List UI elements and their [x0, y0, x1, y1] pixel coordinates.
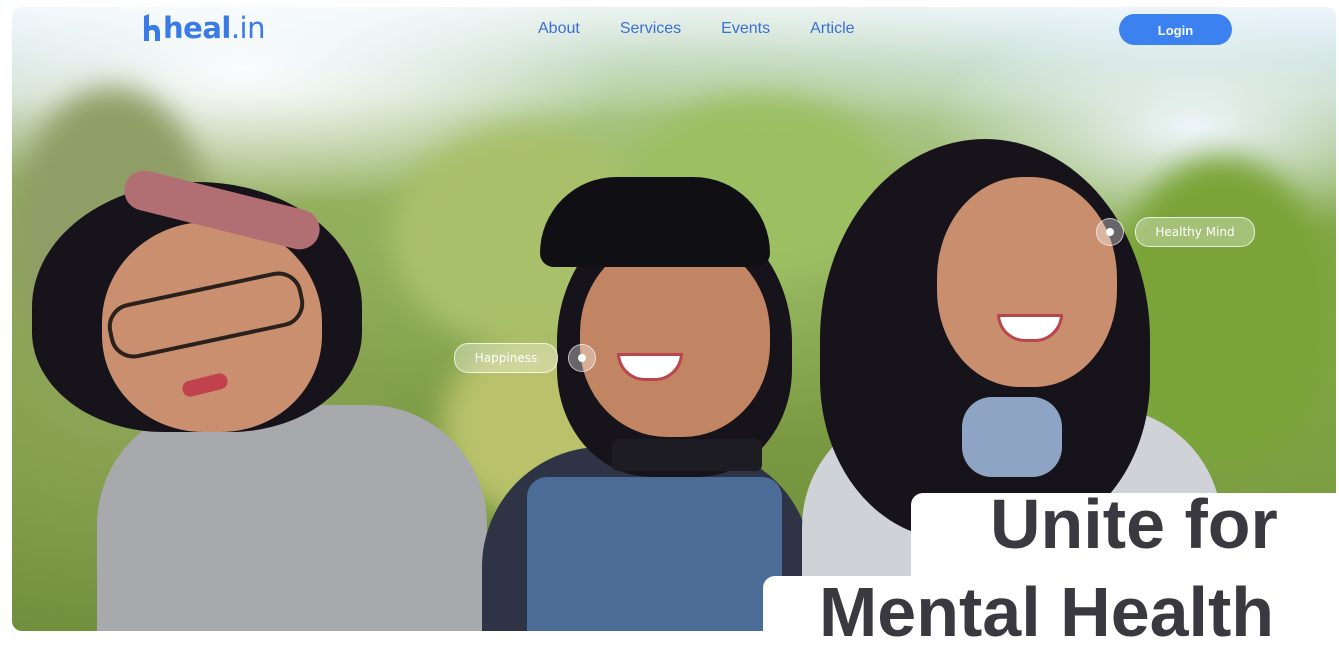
tag-healthy-mind: Healthy Mind: [1135, 217, 1255, 247]
nav-link-events[interactable]: Events: [721, 19, 770, 39]
healthy-mind-marker-icon[interactable]: [1096, 218, 1124, 246]
brand-logo[interactable]: heal.in: [143, 12, 265, 44]
nav-link-article[interactable]: Article: [810, 19, 854, 39]
hero-headline-line2: Mental Health: [819, 573, 1275, 651]
top-navigation: heal.in About Services Events Article Lo…: [0, 0, 1339, 56]
tag-happiness: Happiness: [454, 343, 558, 373]
hero-headline-line1: Unite for: [990, 485, 1278, 563]
main-menu: About Services Events Article: [538, 19, 895, 39]
logo-text: heal.in: [163, 11, 265, 45]
nav-link-about[interactable]: About: [538, 19, 580, 39]
happiness-marker-icon[interactable]: [568, 344, 596, 372]
nav-link-services[interactable]: Services: [620, 19, 681, 39]
logo-mark-icon: [144, 14, 160, 41]
login-button[interactable]: Login: [1119, 14, 1232, 45]
